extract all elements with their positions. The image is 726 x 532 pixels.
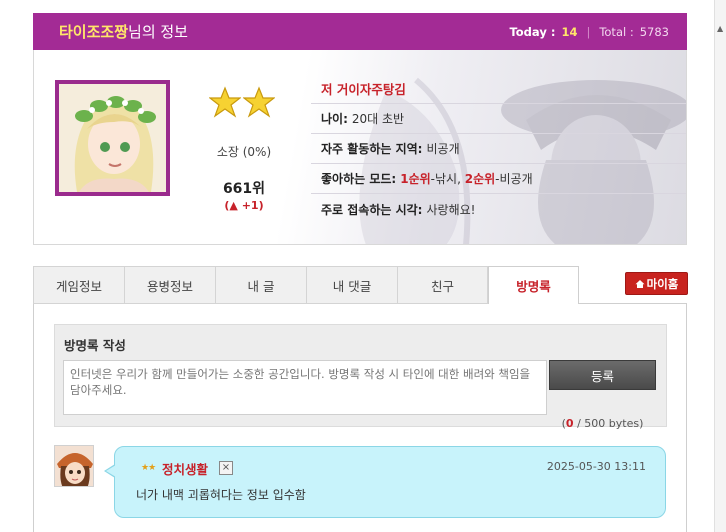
mode-rank2: 2순위 [464, 172, 496, 186]
mode-rank2-value: -비공개 [495, 172, 533, 186]
scroll-up-arrow-icon[interactable]: ▲ [717, 24, 723, 33]
info-row-time: 주로 접속하는 시각: 사랑해요! [311, 194, 686, 224]
comment-author[interactable]: 정치생활 [162, 459, 208, 478]
star-icon [243, 86, 275, 118]
profile-tabs: 게임정보 용병정보 내 글 내 댓글 친구 방명록 [33, 266, 687, 305]
info-row-age: 나이: 20대 초반 [311, 104, 686, 134]
comment-avatar[interactable] [54, 445, 94, 487]
info-row-region: 자주 활동하는 지역: 비공개 [311, 134, 686, 164]
age-label: 나이: [321, 112, 348, 126]
mode-label: 좋아하는 모드: [321, 172, 397, 186]
time-value: 사랑해요! [426, 202, 476, 217]
rank-title: 소장 (0%) [216, 145, 272, 159]
byte-current: 0 [565, 417, 574, 430]
total-count: 5783 [639, 24, 669, 39]
profile-avatar [55, 80, 170, 196]
header-nickname: 타이조조짱 [59, 23, 129, 41]
guestbook-input[interactable] [63, 360, 547, 415]
mode-rank1-value: -낚시, [430, 172, 461, 186]
visit-counters: Today : 14 | Total : 5783 [509, 25, 669, 39]
profile-nickname-line: 저 거이자주탕김 [311, 74, 686, 104]
tab-mercenary-info[interactable]: 용병정보 [124, 266, 215, 304]
tab-guestbook[interactable]: 방명록 [488, 266, 579, 305]
guestbook-panel: 방명록 작성 등록 (0 / 500 bytes) ★★ 정치생활 × 2025… [33, 304, 687, 532]
tab-game-info[interactable]: 게임정보 [33, 266, 124, 304]
my-home-label: 마이홈 [646, 276, 679, 291]
counter-divider: | [586, 24, 591, 39]
comment-bubble: ★★ 정치생활 × 2025-05-30 13:11 너가 내맥 괴롭혀다는 정… [114, 446, 666, 518]
region-label: 자주 활동하는 지역: [321, 142, 423, 156]
guestbook-write-box: 방명록 작성 등록 (0 / 500 bytes) [54, 324, 667, 430]
grade-stars [209, 86, 275, 118]
page-scrollbar[interactable]: ▲ [714, 0, 726, 532]
profile-info-list: 저 거이자주탕김 나이: 20대 초반 자주 활동하는 지역: 비공개 좋아하는… [311, 74, 686, 224]
star-icon [209, 86, 241, 118]
comment-text: 너가 내맥 괴롭혀다는 정보 입수함 [136, 488, 306, 502]
ranking: 661위 [222, 181, 266, 197]
info-row-mode: 좋아하는 모드: 1순위 -낚시, 2순위 -비공개 [311, 164, 686, 194]
header-title-suffix: 님의 정보 [128, 23, 188, 41]
guestbook-submit-button[interactable]: 등록 [549, 360, 656, 390]
page-title: 타이조조짱님의 정보 [59, 21, 188, 42]
today-count: 14 [561, 24, 578, 39]
close-icon[interactable]: × [219, 461, 233, 475]
today-label: Today : [509, 24, 556, 39]
tab-my-posts[interactable]: 내 글 [215, 266, 306, 304]
tab-friends[interactable]: 친구 [397, 266, 488, 304]
profile-card: 소장 (0%) 661위 (▲ +1) 저 거이자주탕김 나이: 20대 초반 … [33, 50, 687, 245]
byte-limit: / 500 bytes) [573, 417, 644, 430]
tab-my-comments[interactable]: 내 댓글 [306, 266, 397, 304]
age-value: 20대 초반 [351, 112, 405, 126]
byte-counter: (0 / 500 bytes) [549, 417, 656, 430]
comment-avatar-image [55, 446, 93, 486]
rank-change: (▲ +1) [224, 199, 264, 212]
my-home-button[interactable]: 마이홈 [625, 272, 688, 295]
comment-date: 2025-05-30 13:11 [546, 460, 646, 473]
comment-bubble-tail-inner [106, 465, 116, 477]
time-label: 주로 접속하는 시각: [321, 202, 423, 217]
avatar-character-image [59, 84, 166, 192]
home-icon [635, 279, 645, 288]
comment-grade-stars: ★★ [141, 463, 156, 473]
total-label: Total : [599, 24, 634, 39]
mode-rank1: 1순위 [400, 172, 431, 186]
guestbook-write-title: 방명록 작성 [64, 338, 126, 353]
region-value: 비공개 [426, 142, 460, 156]
profile-header: 타이조조짱님의 정보 Today : 14 | Total : 5783 [33, 13, 687, 50]
